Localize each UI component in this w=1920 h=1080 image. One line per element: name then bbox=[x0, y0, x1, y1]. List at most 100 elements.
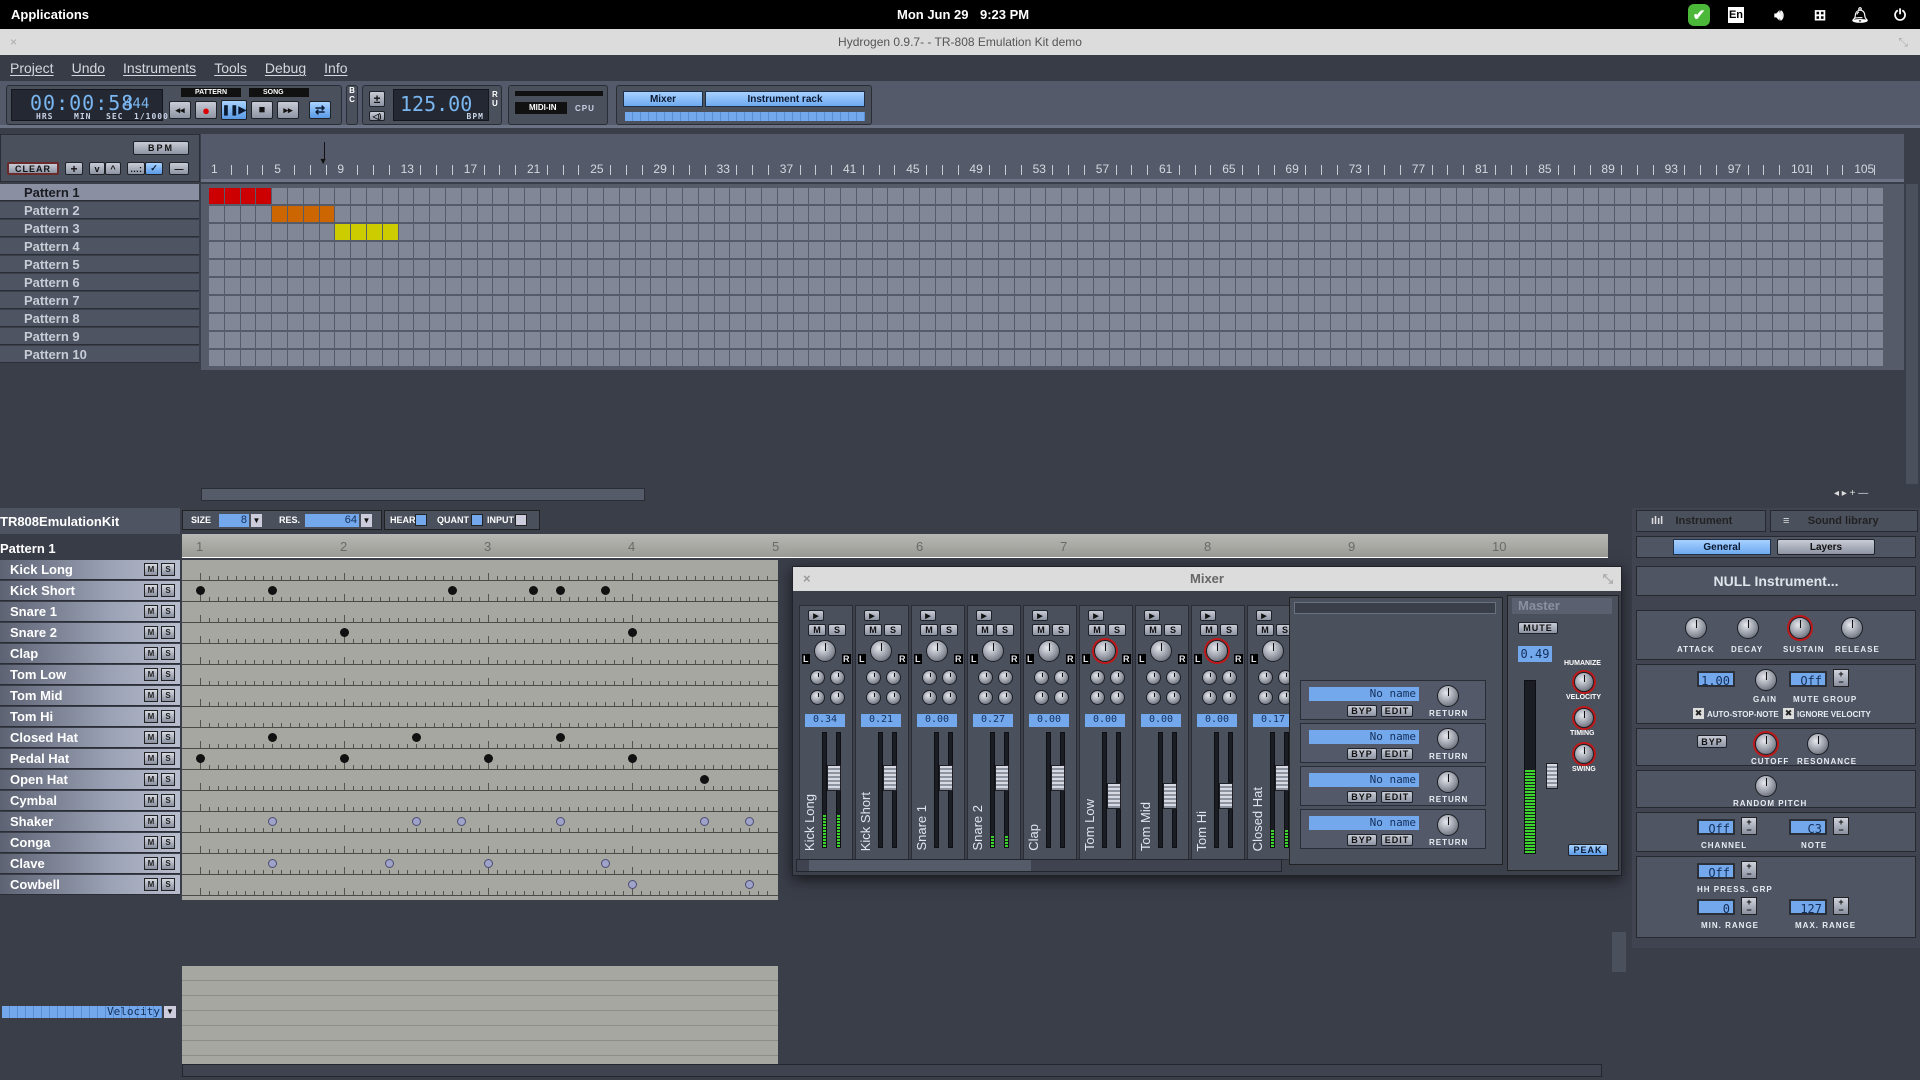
song-cell[interactable] bbox=[635, 206, 651, 222]
song-cell[interactable] bbox=[1315, 332, 1330, 348]
song-cell[interactable] bbox=[1852, 296, 1867, 312]
song-cell[interactable] bbox=[588, 350, 603, 366]
fx-edit-button[interactable]: EDIT bbox=[1381, 748, 1413, 760]
song-cell[interactable] bbox=[398, 260, 414, 276]
song-cell[interactable] bbox=[461, 242, 477, 258]
song-cell[interactable] bbox=[1773, 206, 1788, 222]
fx-return-knob[interactable] bbox=[1437, 728, 1459, 750]
song-cell[interactable] bbox=[777, 278, 793, 294]
song-cell[interactable] bbox=[1078, 350, 1093, 366]
song-cell[interactable] bbox=[588, 260, 603, 276]
song-cell[interactable] bbox=[1378, 188, 1393, 204]
song-cell[interactable] bbox=[809, 278, 825, 294]
song-cell[interactable] bbox=[793, 278, 809, 294]
song-cell[interactable] bbox=[303, 314, 319, 330]
song-cell[interactable] bbox=[1662, 332, 1678, 348]
song-cell[interactable] bbox=[351, 278, 366, 294]
song-cell[interactable] bbox=[1283, 314, 1299, 330]
song-cell[interactable] bbox=[1362, 296, 1378, 312]
song-cell[interactable] bbox=[935, 296, 951, 312]
pan-knob[interactable] bbox=[814, 640, 836, 662]
song-cell[interactable] bbox=[1220, 206, 1235, 222]
song-cell[interactable] bbox=[1362, 260, 1378, 276]
song-cell[interactable] bbox=[240, 332, 256, 348]
song-cell[interactable] bbox=[367, 296, 382, 312]
song-cell[interactable] bbox=[667, 224, 682, 240]
song-cell[interactable] bbox=[509, 296, 524, 312]
song-cell[interactable] bbox=[1267, 296, 1283, 312]
play-sample-button[interactable]: ▶ bbox=[1032, 610, 1048, 621]
song-cell[interactable] bbox=[1078, 242, 1093, 258]
song-zoom-controls[interactable]: ◂ ▸ + — bbox=[1834, 488, 1904, 501]
song-cell[interactable] bbox=[540, 332, 556, 348]
fx-send-knob[interactable] bbox=[810, 670, 825, 685]
song-cell[interactable] bbox=[1567, 224, 1583, 240]
song-cell[interactable] bbox=[288, 260, 303, 276]
song-cell[interactable] bbox=[1504, 242, 1520, 258]
song-cell[interactable] bbox=[1125, 350, 1141, 366]
song-cell[interactable] bbox=[382, 188, 398, 204]
song-cell[interactable] bbox=[793, 260, 809, 276]
song-cell[interactable] bbox=[935, 206, 951, 222]
song-cell[interactable] bbox=[1299, 260, 1314, 276]
song-cell[interactable] bbox=[446, 332, 461, 348]
song-cell[interactable] bbox=[1536, 188, 1551, 204]
mute-button[interactable]: M bbox=[144, 689, 158, 702]
solo-button[interactable]: S bbox=[161, 794, 175, 807]
song-cell[interactable] bbox=[1062, 332, 1077, 348]
song-cell[interactable] bbox=[1552, 260, 1567, 276]
pattern-hscrollbar[interactable] bbox=[182, 1064, 1602, 1077]
song-cell[interactable] bbox=[1552, 350, 1567, 366]
song-cell-active[interactable] bbox=[288, 206, 303, 222]
song-cell[interactable] bbox=[1046, 332, 1062, 348]
note[interactable] bbox=[457, 817, 466, 826]
song-cell[interactable] bbox=[1141, 332, 1156, 348]
song-cell[interactable] bbox=[1725, 242, 1741, 258]
song-cell[interactable] bbox=[1141, 206, 1156, 222]
song-cell[interactable] bbox=[446, 314, 461, 330]
fx-send-knob[interactable] bbox=[1034, 690, 1049, 705]
channel-fader[interactable] bbox=[1163, 782, 1177, 809]
song-cell[interactable] bbox=[951, 224, 967, 240]
song-cell[interactable] bbox=[1741, 278, 1757, 294]
bpm-button[interactable]: BPM bbox=[133, 141, 189, 155]
song-cell[interactable] bbox=[477, 260, 493, 276]
song-cell[interactable] bbox=[1014, 314, 1030, 330]
song-cell[interactable] bbox=[414, 260, 430, 276]
fx-send-knob[interactable] bbox=[1146, 670, 1161, 685]
play-sample-button[interactable]: ▶ bbox=[1144, 610, 1160, 621]
song-cell[interactable] bbox=[272, 224, 287, 240]
song-cell[interactable] bbox=[809, 350, 825, 366]
song-cell[interactable] bbox=[1741, 224, 1757, 240]
song-cell[interactable] bbox=[1868, 350, 1883, 366]
song-cell[interactable] bbox=[430, 278, 445, 294]
channel-solo-button[interactable]: S bbox=[884, 624, 902, 636]
song-cell[interactable] bbox=[1520, 260, 1536, 276]
song-cell[interactable] bbox=[288, 242, 303, 258]
song-cell[interactable] bbox=[651, 314, 667, 330]
song-cell[interactable] bbox=[398, 296, 414, 312]
song-cell[interactable] bbox=[1473, 350, 1488, 366]
release-knob[interactable] bbox=[1841, 617, 1863, 639]
song-cell[interactable] bbox=[1852, 206, 1867, 222]
song-cell[interactable] bbox=[1520, 224, 1536, 240]
song-cell[interactable] bbox=[1646, 260, 1662, 276]
mixer-scroll-thumb[interactable] bbox=[809, 860, 1031, 871]
song-cell[interactable] bbox=[1694, 296, 1709, 312]
song-cell[interactable] bbox=[446, 260, 461, 276]
song-cell[interactable] bbox=[1267, 242, 1283, 258]
song-cell[interactable] bbox=[1441, 224, 1457, 240]
song-cell[interactable] bbox=[1046, 296, 1062, 312]
song-cell[interactable] bbox=[777, 296, 793, 312]
hh-press-stepper[interactable]: + − bbox=[1741, 861, 1757, 879]
song-cell[interactable] bbox=[367, 314, 382, 330]
song-cell[interactable] bbox=[256, 314, 272, 330]
song-cell[interactable] bbox=[1062, 350, 1077, 366]
song-cell[interactable] bbox=[477, 242, 493, 258]
song-cell[interactable] bbox=[1378, 278, 1393, 294]
channel-fader[interactable] bbox=[939, 765, 953, 792]
song-cell[interactable] bbox=[477, 188, 493, 204]
song-cell[interactable] bbox=[872, 206, 888, 222]
song-cell[interactable] bbox=[1710, 188, 1725, 204]
applications-menu[interactable]: Applications bbox=[11, 7, 89, 22]
